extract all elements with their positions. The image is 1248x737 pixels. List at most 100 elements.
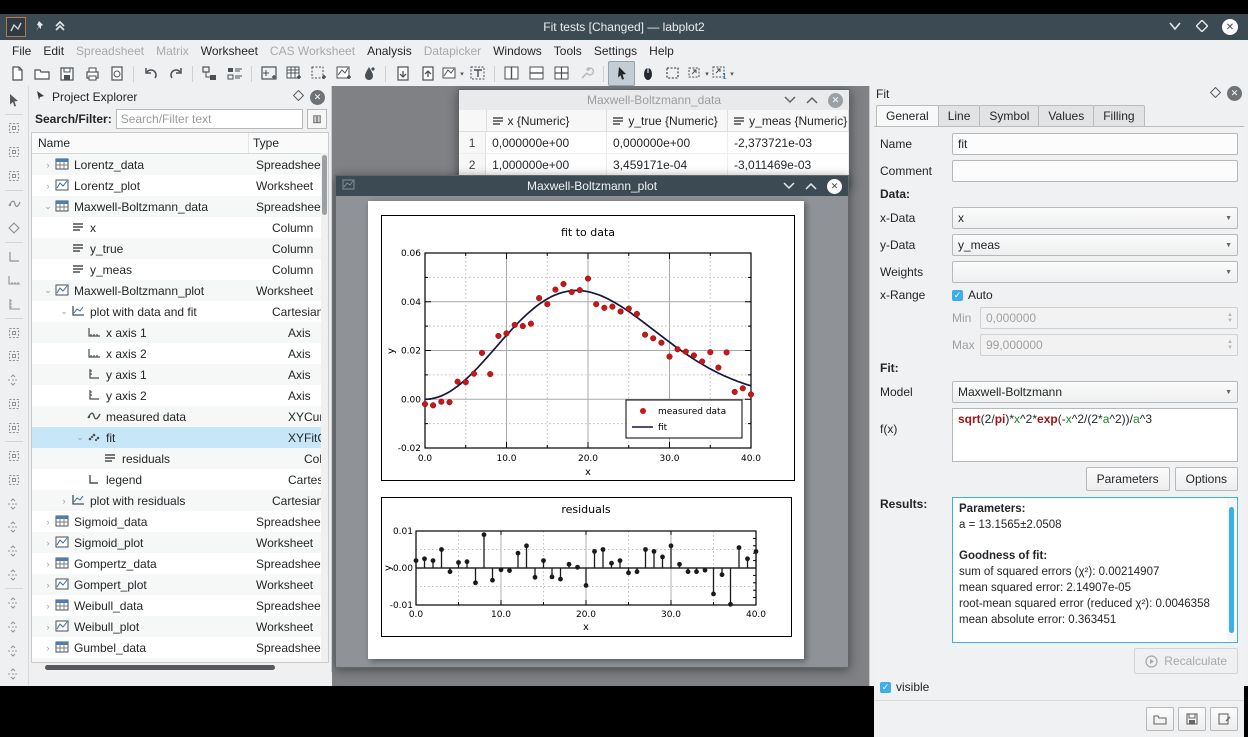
spreadsheet-column-header[interactable]: y_meas {Numeric} xyxy=(728,110,849,131)
cell[interactable]: 1,000000e+00 xyxy=(486,154,607,175)
magnify-dd-icon[interactable]: 1▾ xyxy=(710,62,735,85)
expander-icon[interactable]: › xyxy=(42,181,54,191)
search-filter-input[interactable]: Search/Filter text xyxy=(116,109,303,129)
results-textbox[interactable]: Parameters:a = 13.1565±2.0508Goodness of… xyxy=(952,497,1238,643)
shift-up-y-icon[interactable] xyxy=(2,539,26,563)
tab-symbol[interactable]: Symbol xyxy=(979,105,1039,126)
name-input[interactable]: fit xyxy=(952,133,1238,155)
print-preview-icon[interactable] xyxy=(104,62,129,85)
scale-auto-y-icon[interactable] xyxy=(2,468,26,492)
columns-config-button[interactable]: ▥ xyxy=(307,109,327,129)
xdata-combobox[interactable]: x▼ xyxy=(952,207,1238,229)
import-file-icon[interactable] xyxy=(390,62,415,85)
expander-icon[interactable]: › xyxy=(58,496,70,506)
tree-row-y-axis-2[interactable]: y axis 2Axis xyxy=(32,385,328,406)
export-file-icon[interactable] xyxy=(415,62,440,85)
tree-row-residuals[interactable]: residualsColumn xyxy=(32,448,328,469)
tab-filling[interactable]: Filling xyxy=(1093,105,1144,126)
open-project-icon[interactable] xyxy=(29,62,54,85)
close-icon[interactable]: ✕ xyxy=(1222,19,1238,35)
tree-row-sigmoid_data[interactable]: ›Sigmoid_dataSpreadsheet xyxy=(32,511,328,532)
zoom-region-icon[interactable] xyxy=(2,321,26,345)
residuals-plot[interactable]: residuals0.010.020.030.040.0-0.010.000.0… xyxy=(381,497,792,637)
cursor-mode-icon[interactable] xyxy=(2,88,26,112)
expander-icon[interactable]: › xyxy=(42,622,54,632)
menu-worksheet[interactable]: Worksheet xyxy=(195,42,264,60)
y-axis-tool-icon[interactable] xyxy=(2,292,26,316)
tree-row-gompert_plot[interactable]: ›Gompert_plotWorksheet xyxy=(32,574,328,595)
menu-file[interactable]: File xyxy=(6,42,37,60)
zoom-in-box-icon[interactable] xyxy=(2,345,26,369)
close-dock-icon[interactable]: ✕ xyxy=(310,90,325,105)
expander-icon[interactable]: ⌄ xyxy=(58,306,70,317)
window-restore-icon[interactable] xyxy=(806,93,818,107)
new-project-icon[interactable] xyxy=(4,62,29,85)
expander-icon[interactable]: › xyxy=(42,601,54,611)
window-close-icon[interactable]: ✕ xyxy=(828,93,843,108)
tree-row-weibull_data[interactable]: ›Weibull_dataSpreadsheet xyxy=(32,595,328,616)
tree-row-gompertz_data[interactable]: ›Gompertz_dataSpreadsheet xyxy=(32,553,328,574)
expander-icon[interactable]: › xyxy=(42,580,54,590)
toggle-project-explorer-icon[interactable] xyxy=(197,62,222,85)
tree-row-lorentz_plot[interactable]: ›Lorentz_plotWorksheet xyxy=(32,175,328,196)
zoom-select-icon[interactable] xyxy=(2,416,26,440)
shift-right-x-icon[interactable] xyxy=(2,515,26,539)
new-spreadsheet-icon[interactable] xyxy=(281,62,306,85)
expander-icon[interactable]: ⌄ xyxy=(42,201,54,212)
auto-checkbox[interactable]: ✓ xyxy=(952,290,963,301)
tab-general[interactable]: General xyxy=(876,105,939,126)
menu-windows[interactable]: Windows xyxy=(487,42,548,60)
new-plot-dd-icon[interactable]: ▾ xyxy=(440,62,465,85)
window-minimize-icon[interactable] xyxy=(784,93,796,107)
window-close-icon[interactable]: ✕ xyxy=(827,179,842,194)
new-matrix-icon[interactable] xyxy=(306,62,331,85)
split-grid-icon[interactable] xyxy=(549,62,574,85)
expander-icon[interactable]: › xyxy=(42,559,54,569)
tree-column-type[interactable]: Type xyxy=(249,133,328,153)
ydata-combobox[interactable]: y_meas▼ xyxy=(952,234,1238,256)
select-mode-icon[interactable] xyxy=(608,61,635,86)
parameters-button[interactable]: Parameters xyxy=(1086,467,1170,491)
cell[interactable]: -3,011469e-03 xyxy=(728,154,849,175)
spreadsheet-row[interactable]: 21,000000e+003,459171e-04-3,011469e-03 xyxy=(459,154,849,176)
zoom-in-x-icon[interactable] xyxy=(2,591,26,615)
cell[interactable]: -2,373721e-03 xyxy=(728,132,849,153)
add-text-label-icon[interactable] xyxy=(465,62,490,85)
split-vertical-icon[interactable] xyxy=(499,62,524,85)
fit-to-data-plot[interactable]: fit to data0.010.020.030.040.0-0.020.000… xyxy=(381,215,795,481)
expander-icon[interactable]: › xyxy=(42,160,54,170)
tree-row-fit[interactable]: ⌄fitXYFitCurve xyxy=(32,427,328,448)
spreadsheet-column-header[interactable]: x {Numeric} xyxy=(487,110,608,131)
maximize-icon[interactable] xyxy=(1196,20,1208,35)
tree-row-plot-with-residuals[interactable]: ›plot with residualsCartesianPlot xyxy=(32,490,328,511)
tree-horizontal-scrollbar[interactable] xyxy=(31,663,329,672)
shift-left-x-icon[interactable] xyxy=(2,492,26,516)
h-range-icon[interactable] xyxy=(2,140,26,164)
fit-view-dd-icon[interactable]: ▾ xyxy=(685,62,710,85)
pin-icon[interactable] xyxy=(34,20,46,35)
formula-input[interactable]: sqrt(2/pi)*x^2*exp(-x^2/(2*a^2))/a^3 xyxy=(952,408,1238,462)
tree-row-measured-data[interactable]: measured dataXYCurve xyxy=(32,406,328,427)
window-restore-icon[interactable] xyxy=(805,179,817,193)
tree-column-name[interactable]: Name xyxy=(32,133,249,153)
cell[interactable]: 0,000000e+00 xyxy=(607,132,728,153)
v-range-icon[interactable] xyxy=(2,164,26,188)
max-spinbox[interactable]: 99,000000▲▼ xyxy=(980,334,1238,356)
menu-analysis[interactable]: Analysis xyxy=(361,42,418,60)
tree-row-y_meas[interactable]: y_measColumn xyxy=(32,259,328,280)
navigate-mode-icon[interactable] xyxy=(635,62,660,85)
zoom-out-box-icon[interactable] xyxy=(2,368,26,392)
tree-row-gumbel_data[interactable]: ›Gumbel_dataSpreadsheet xyxy=(32,637,328,658)
min-spinbox[interactable]: 0,000000▲▼ xyxy=(980,307,1238,329)
window-minimize-icon[interactable] xyxy=(783,179,795,193)
tree-row-x-axis-2[interactable]: x axis 2Axis xyxy=(32,343,328,364)
mask-diamond-icon[interactable] xyxy=(2,216,26,240)
add-curve-icon[interactable] xyxy=(2,193,26,217)
minimize-icon[interactable] xyxy=(1168,20,1182,34)
tree-row-legend[interactable]: legendCartesianPlotL xyxy=(32,469,328,490)
tree-row-sigmoid_plot[interactable]: ›Sigmoid_plotWorksheet xyxy=(32,532,328,553)
save-as-function-button[interactable] xyxy=(1210,707,1238,731)
tree-row-plot-with-data-and-fit[interactable]: ⌄plot with data and fitCartesianPlot xyxy=(32,301,328,322)
collapse-toolbar-icon[interactable] xyxy=(54,20,66,35)
x-axis-tool-icon[interactable] xyxy=(2,269,26,293)
